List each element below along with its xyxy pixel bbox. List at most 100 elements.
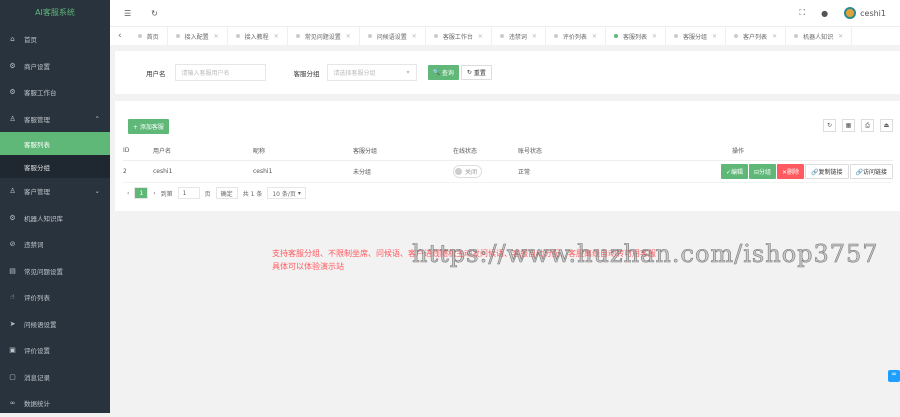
tab[interactable]: 首页 xyxy=(130,27,168,45)
print-icon[interactable]: ⎙ xyxy=(861,119,874,132)
user-menu[interactable]: ceshi1 xyxy=(844,7,886,19)
tab[interactable]: 客服列表 ✕ xyxy=(606,27,666,45)
column-header: 账号状态 xyxy=(518,141,583,161)
tab-dot xyxy=(137,34,142,38)
sidebar-item-label: 评价设置 xyxy=(24,347,50,356)
sidebar-item[interactable]: ▣ 评价设置 xyxy=(0,337,110,364)
sidebar-subitem[interactable]: 客服分组 xyxy=(0,155,110,178)
sidebar-item[interactable]: ⌂ 首页 xyxy=(0,26,110,53)
tab[interactable]: 违禁词 ✕ xyxy=(492,27,546,45)
close-icon[interactable]: ✕ xyxy=(532,33,537,40)
add-agent-button[interactable]: + 添加客服 xyxy=(128,119,169,134)
tab[interactable]: 接入教程 ✕ xyxy=(228,27,288,45)
thumb-icon: ☝ xyxy=(10,293,15,302)
sidebar-item-label: 数据统计 xyxy=(24,400,50,409)
tab[interactable]: 机器人知识 ✕ xyxy=(786,27,853,45)
row-action-button[interactable]: ✓编辑 xyxy=(720,163,748,179)
page-unit: 页 xyxy=(204,190,211,198)
goto-confirm-button[interactable]: 确定 xyxy=(215,187,238,199)
row-action-button[interactable]: 🔗复制链接 xyxy=(805,163,849,179)
sidebar-item[interactable]: ♙ 客户管理 ⌄ xyxy=(0,178,110,205)
menu-toggle-icon[interactable]: ☰ xyxy=(124,9,131,18)
chevron-up-icon: ⌃ xyxy=(94,114,100,123)
table-row: 2 ceshi1 ceshi1 未分组 关闭 正常 ✓编辑 ⊟分组 ✕删除 🔗复制链接 🔗访问链接 xyxy=(123,160,893,183)
home-icon: ⌂ xyxy=(10,35,15,44)
tab-dot xyxy=(613,34,618,38)
sidebar-item[interactable]: ♙ 客服管理 ⌃ xyxy=(0,106,110,133)
columns-icon[interactable]: ▦ xyxy=(842,119,855,132)
tab-label: 机器人知识 xyxy=(803,33,834,41)
sidebar-item[interactable]: ⊘ 违禁词 xyxy=(0,231,110,258)
tab-dot xyxy=(433,34,438,38)
tab[interactable]: 问候语设置 ✕ xyxy=(360,27,426,45)
online-toggle[interactable]: 关闭 xyxy=(453,164,483,178)
refresh-table-icon[interactable]: ↻ xyxy=(823,119,836,132)
close-icon[interactable]: ✕ xyxy=(652,33,657,40)
form-icon: ▣ xyxy=(9,346,16,355)
tab-dot xyxy=(235,34,240,38)
close-icon[interactable]: ✕ xyxy=(412,33,417,40)
sidebar-item-label: 商户设置 xyxy=(24,62,50,71)
tab[interactable]: 常见问题设置 ✕ xyxy=(288,27,360,45)
close-icon[interactable]: ✕ xyxy=(478,33,483,40)
tab-label: 常见问题设置 xyxy=(304,33,341,41)
row-action-button[interactable]: 🔗访问链接 xyxy=(849,163,893,179)
robot-icon: ⚙ xyxy=(9,213,16,222)
column-header: 昵称 xyxy=(253,141,353,161)
close-icon[interactable]: ✕ xyxy=(346,33,351,40)
username-input[interactable]: 请输入客服用户名 xyxy=(174,64,266,81)
tab[interactable]: 客服工作台 ✕ xyxy=(426,27,492,45)
export-icon[interactable]: ⏏ xyxy=(880,119,893,132)
row-action-button[interactable]: ✕删除 xyxy=(777,163,805,179)
app-logo: AI客服系统 xyxy=(35,8,75,17)
placeholder: 请选择客服分组 xyxy=(333,70,376,77)
sidebar-item-label: 评价列表 xyxy=(24,294,50,303)
chevron-down-icon: ⌄ xyxy=(94,187,100,196)
fullscreen-icon[interactable]: ⛶ xyxy=(800,8,806,18)
tab[interactable]: 接入配置 ✕ xyxy=(168,27,228,45)
cell-nickname: ceshi1 xyxy=(253,160,353,183)
tab-scroll-left-icon[interactable]: ‹ xyxy=(110,31,130,41)
send-icon: ➤ xyxy=(9,319,16,328)
sidebar-item[interactable]: ☝ 评价列表 xyxy=(0,284,110,311)
close-icon[interactable]: ✕ xyxy=(712,33,717,40)
sidebar-item[interactable]: ⚙ 商户设置 xyxy=(0,53,110,80)
tab-label: 客户列表 xyxy=(743,33,768,41)
sidebar-subitem[interactable]: 客服列表 xyxy=(0,132,110,155)
tab[interactable]: 客服分组 ✕ xyxy=(666,27,727,45)
group-select[interactable]: 请选择客服分组 ▾ xyxy=(326,64,417,81)
floating-link-icon[interactable]: ∞ xyxy=(888,370,900,382)
query-button[interactable]: 🔍 查询 xyxy=(427,65,459,80)
close-icon[interactable]: ✕ xyxy=(838,33,843,40)
sidebar-item[interactable]: ⚙ 机器人知识库 xyxy=(0,205,110,232)
reset-label: 重置 xyxy=(473,70,486,77)
goto-input[interactable]: 1 xyxy=(177,187,200,199)
column-header: 客服分组 xyxy=(353,141,453,161)
close-icon[interactable]: ✕ xyxy=(772,33,777,40)
tab-dot xyxy=(367,34,372,38)
sidebar-item[interactable]: ▢ 消息记录 xyxy=(0,364,110,391)
theme-icon[interactable]: ● xyxy=(821,9,828,18)
close-icon[interactable]: ✕ xyxy=(592,33,597,40)
close-icon[interactable]: ✕ xyxy=(274,33,279,40)
next-page-icon[interactable]: › xyxy=(153,190,155,197)
tab-label: 违禁词 xyxy=(508,33,527,41)
prev-page-icon[interactable]: ‹ xyxy=(127,190,129,197)
sidebar-item[interactable]: ➤ 问候语设置 xyxy=(0,311,110,338)
tab[interactable]: 客户列表 ✕ xyxy=(726,27,787,45)
reset-button[interactable]: ↻ 重置 xyxy=(460,65,492,80)
message-icon: ▢ xyxy=(9,372,16,381)
column-header: 在线状态 xyxy=(453,141,518,161)
row-action-button[interactable]: ⊟分组 xyxy=(748,163,776,179)
page-size-select[interactable]: 10 条/页 ▾ xyxy=(267,187,306,199)
sidebar-item[interactable]: ▤ 常见问题设置 xyxy=(0,258,110,285)
sidebar-item-label: 问候语设置 xyxy=(24,320,57,329)
tab[interactable]: 评价列表 ✕ xyxy=(546,27,606,45)
tab-dot xyxy=(794,34,799,38)
page-current[interactable]: 1 xyxy=(134,187,149,199)
refresh-icon[interactable]: ↻ xyxy=(151,9,158,18)
close-icon[interactable]: ✕ xyxy=(214,33,219,40)
tab-dot xyxy=(734,34,739,38)
agent-table: ID 用户名 昵称 客服分组 在线状态 账号状态 操作 2 ceshi1 ceshi1 未分组 关闭… xyxy=(123,141,893,183)
sidebar-item[interactable]: ⚙ 客服工作台 xyxy=(0,79,110,106)
